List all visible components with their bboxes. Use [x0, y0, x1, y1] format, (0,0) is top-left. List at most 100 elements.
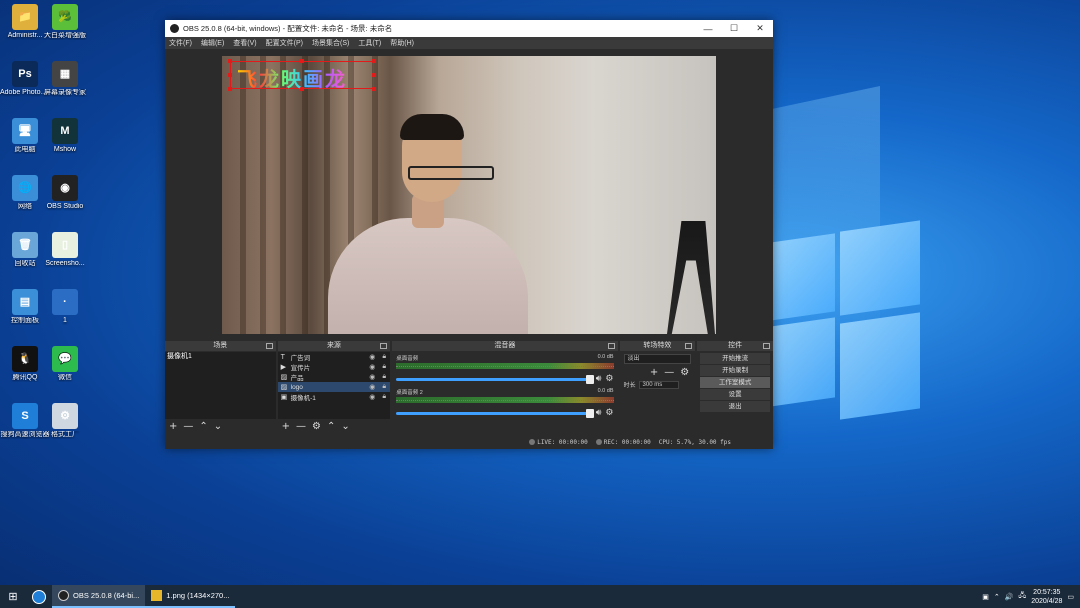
speaker-icon[interactable]: 🔊︎ — [596, 374, 602, 384]
clock[interactable]: 20:57:35 2020/4/28 — [1031, 588, 1062, 606]
desktop-icon-label: Mshow — [53, 146, 77, 153]
menu-item[interactable]: 查看(V) — [233, 38, 256, 48]
volume-slider[interactable] — [396, 374, 594, 384]
maximize-button[interactable]: ☐ — [721, 20, 747, 37]
add-icon[interactable]: + — [169, 421, 177, 432]
rec-indicator-icon — [595, 439, 602, 445]
format-factory-icon: ⚙ — [52, 403, 78, 429]
desktop-icon[interactable]: M Mshow — [40, 118, 90, 154]
obs-taskbar-icon — [58, 590, 69, 601]
lock-icon[interactable]: 🔒︎ — [378, 393, 390, 401]
lock-icon[interactable]: 🔒︎ — [378, 353, 390, 361]
popout-icon[interactable] — [685, 343, 693, 349]
desktop-icon[interactable]: ⚙ 格式工厂 — [40, 403, 90, 439]
source-item[interactable]: ▶ 宣传片 ◉ 🔒︎ — [278, 362, 391, 372]
move-down-icon[interactable]: ⌄ — [341, 421, 349, 432]
desktop-icon[interactable]: ▦ 屏幕录像专家 — [40, 61, 90, 97]
track-db: 0.0 dB — [597, 388, 614, 394]
remove-icon[interactable]: — — [296, 421, 306, 432]
popout-icon[interactable] — [763, 343, 770, 349]
menu-item[interactable]: 场景集合(S) — [312, 38, 349, 48]
sogou-browser-icon: S — [12, 403, 38, 429]
eye-icon[interactable]: ◉ — [366, 393, 378, 401]
speaker-icon[interactable]: 🔊︎ — [596, 408, 602, 418]
desktop-icon[interactable]: ◉ OBS Studio — [40, 175, 90, 211]
popout-icon[interactable] — [607, 343, 615, 349]
lock-icon[interactable]: 🔒︎ — [378, 373, 390, 381]
popout-icon[interactable] — [380, 343, 388, 349]
volume-icon[interactable]: 🔊 — [1005, 593, 1014, 601]
file-1-icon: · — [52, 289, 78, 315]
control-button[interactable]: 开始录制 — [700, 365, 770, 376]
add-icon[interactable]: + — [282, 421, 290, 432]
control-button[interactable]: 工作室模式 — [700, 377, 770, 388]
control-button[interactable]: 退出 — [700, 401, 770, 412]
gear-icon[interactable]: ⚙ — [605, 408, 613, 418]
lock-icon[interactable]: 🔒︎ — [378, 383, 390, 391]
taskbar-app-obs[interactable]: OBS 25.0.8 (64-bi... — [52, 585, 146, 608]
person-body — [328, 218, 528, 334]
menu-item[interactable]: 编辑(E) — [201, 38, 224, 48]
gear-icon[interactable]: ⚙ — [312, 421, 321, 432]
menu-item[interactable]: 帮助(H) — [390, 38, 414, 48]
source-item[interactable]: ▨ logo ◉ 🔒︎ — [277, 382, 391, 392]
status-bar: LIVE: 00:00:00 REC: 00:00:00 CPU: 5.7%, … — [165, 435, 773, 449]
text-icon: T — [280, 353, 285, 361]
control-button[interactable]: 开始推流 — [700, 353, 770, 364]
notification-icon[interactable]: ▭ — [1067, 593, 1074, 601]
desktop-icon[interactable]: 🥦 大白菜增强版 — [40, 4, 90, 40]
start-button[interactable]: ⊞ — [0, 585, 26, 608]
tray-app-icon[interactable]: ▣ — [982, 593, 989, 601]
desktop-icon[interactable]: · 1 — [40, 289, 90, 325]
add-icon[interactable]: + — [650, 367, 658, 378]
source-name: 摄像机-1 — [290, 395, 316, 402]
gear-icon[interactable]: ⚙ — [680, 367, 689, 378]
desktop-icon[interactable]: 💬 微信 — [40, 346, 90, 382]
scenes-dock: 场景 摄像机1 + — ⌃ ⌄ — [165, 341, 276, 434]
move-up-icon[interactable]: ⌃ — [327, 421, 335, 432]
show-hidden-icon[interactable]: ⌃ — [994, 593, 1000, 601]
live-status: LIVE: 00:00:00 — [529, 439, 588, 446]
obs-titlebar[interactable]: OBS 25.0.8 (64-bit, windows) - 配置文件: 未命名… — [165, 20, 773, 37]
remove-icon[interactable]: — — [183, 421, 193, 432]
scene-item[interactable]: 摄像机1 — [165, 352, 276, 361]
slider-knob[interactable] — [585, 408, 594, 418]
source-item[interactable]: ▣ 摄像机-1 ◉ 🔒︎ — [278, 392, 391, 402]
tripod — [667, 221, 715, 334]
transition-select[interactable]: 淡出 — [623, 354, 692, 364]
source-item[interactable]: T 广告词 ◉ 🔒︎ — [278, 352, 391, 362]
popout-icon[interactable] — [265, 343, 273, 349]
control-button[interactable]: 设置 — [700, 389, 770, 400]
menu-item[interactable]: 工具(T) — [358, 38, 381, 48]
desktop-icon[interactable]: ▯ Screensho... — [40, 232, 90, 268]
duration-input[interactable]: 300 ms — [638, 380, 679, 389]
eye-icon[interactable]: ◉ — [366, 383, 378, 391]
mixer-track: 桌面音频 2 0.0 dB 🔊︎ ⚙ — [392, 386, 617, 420]
move-down-icon[interactable]: ⌄ — [214, 421, 222, 432]
slider-knob[interactable] — [585, 374, 594, 384]
transitions-dock: 转场特效 淡出 + — ⚙ 时长 300 ms — [619, 341, 696, 434]
lock-icon[interactable]: 🔒︎ — [378, 363, 390, 371]
menu-item[interactable]: 文件(F) — [169, 38, 192, 48]
window-title: OBS 25.0.8 (64-bit, windows) - 配置文件: 未命名… — [183, 24, 393, 33]
minimize-button[interactable]: — — [695, 20, 721, 37]
source-item[interactable]: ▨ 产品 ◉ 🔒︎ — [278, 372, 391, 382]
close-button[interactable]: ✕ — [747, 20, 773, 37]
eye-icon[interactable]: ◉ — [366, 363, 378, 371]
desktop-icon-label: 屏幕录像专家 — [44, 89, 86, 96]
gear-icon[interactable]: ⚙ — [605, 374, 613, 384]
remove-icon[interactable]: — — [664, 367, 674, 378]
taskbar: ⊞ OBS 25.0.8 (64-bi... 1.png (1434×270..… — [0, 585, 1080, 608]
network-icon: 🌐 — [12, 175, 38, 201]
eye-icon[interactable]: ◉ — [366, 353, 378, 361]
eye-icon[interactable]: ◉ — [366, 373, 378, 381]
move-up-icon[interactable]: ⌃ — [199, 421, 207, 432]
camera-preview[interactable]: 飞龙映画龙 — [222, 56, 716, 334]
network-tray-icon[interactable]: 🖧 — [1018, 591, 1026, 602]
system-tray: ▣ ⌃ 🔊 🖧 20:57:35 2020/4/28 ▭ — [982, 588, 1080, 606]
sogou-taskbar-icon[interactable] — [26, 585, 52, 608]
volume-slider[interactable] — [396, 408, 594, 418]
taskbar-app-image[interactable]: 1.png (1434×270... — [145, 585, 236, 608]
logo-source-selection[interactable]: 飞龙映画龙 — [228, 59, 376, 91]
menu-item[interactable]: 配置文件(P) — [266, 38, 303, 48]
